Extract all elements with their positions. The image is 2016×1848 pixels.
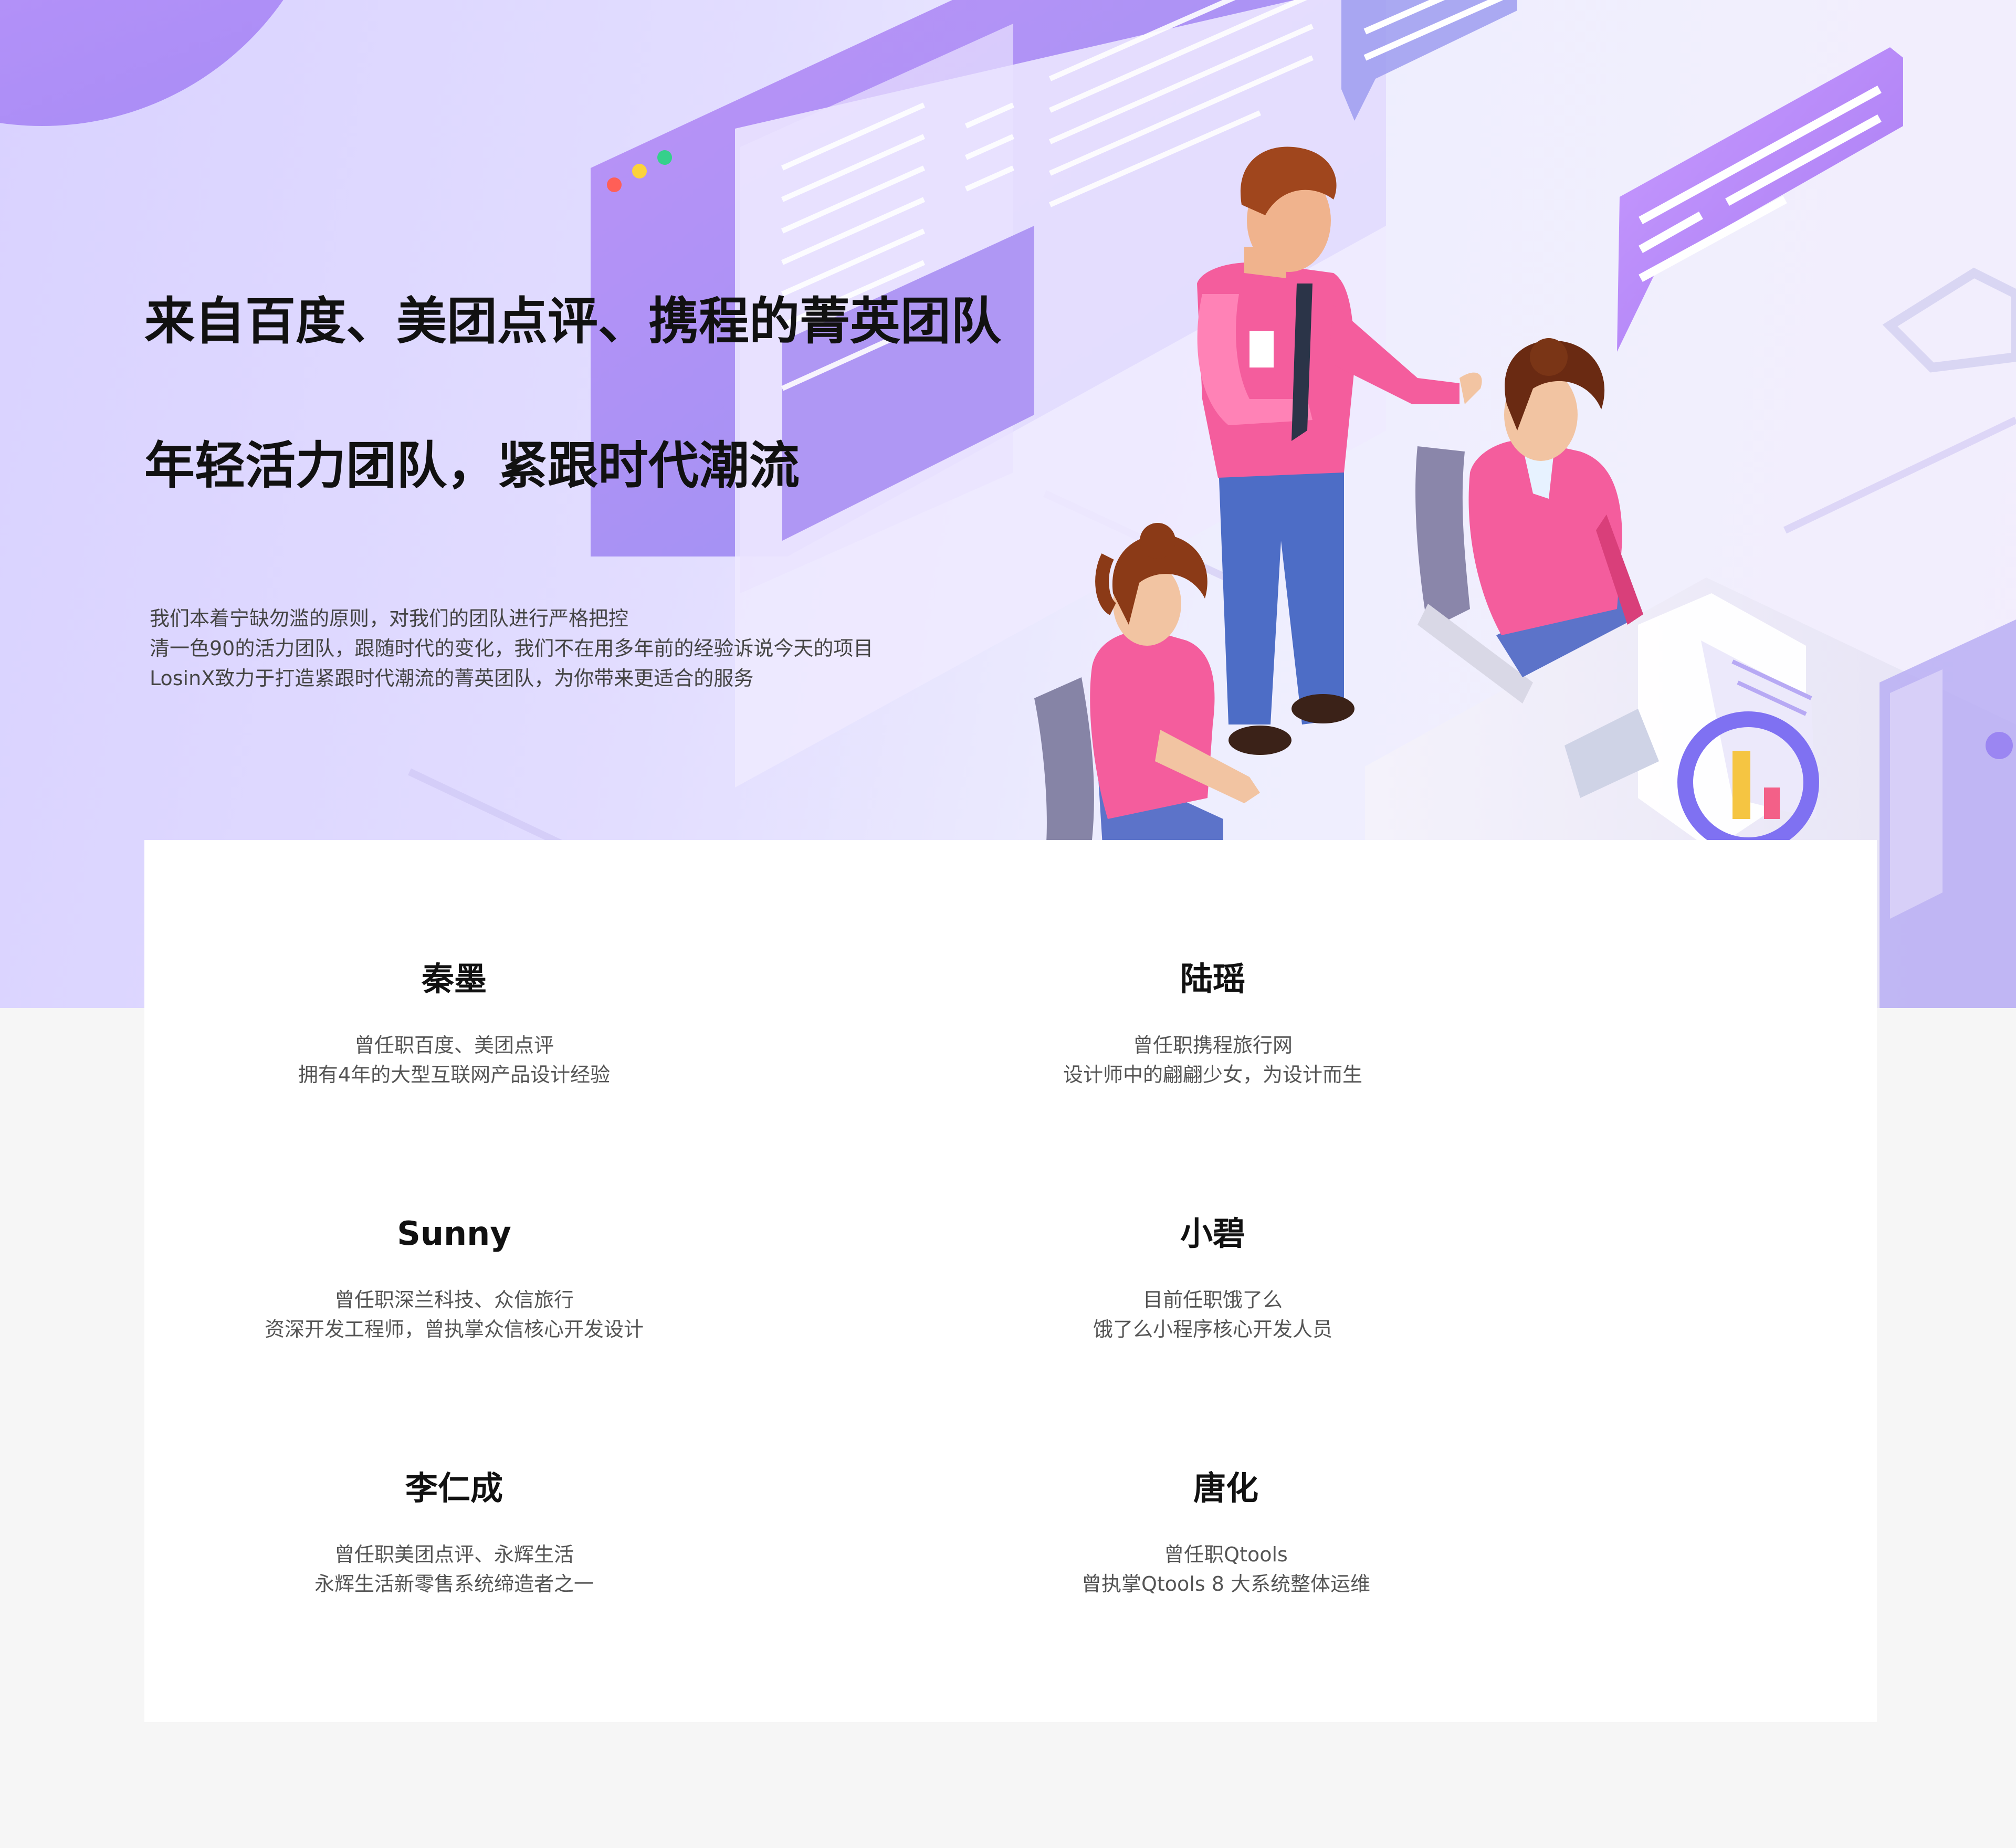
member-description-line: 永辉生活新零售系统缔造者之一 [314,1572,594,1595]
member-description: 曾任职携程旅行网 设计师中的翩翩少女，为设计而生 [845,1031,1580,1089]
hero-description-line: LosinX致力于打造紧跟时代潮流的菁英团队，为你带来更适合的服务 [150,667,754,690]
hero-description-line: 清一色90的活力团队，跟随时代的变化，我们不在用多年前的经验诉说今天的项目 [150,637,874,660]
member-description-line: 饿了么小程序核心开发人员 [1093,1318,1332,1341]
hero-title-primary: 来自百度、美团点评、携程的菁英团队 [144,292,1001,351]
member-card: Sunny 曾任职深兰科技、众信旅行 资深开发工程师，曾执掌众信核心开发设计 [87,1213,822,1344]
member-name: 小碧 [1180,1214,1245,1253]
member-description-line: 曾任职百度、美团点评 [354,1034,554,1057]
member-description: 曾任职深兰科技、众信旅行 资深开发工程师，曾执掌众信核心开发设计 [87,1285,822,1344]
member-description-line: 拥有4年的大型互联网产品设计经验 [298,1063,611,1086]
member-description-line: 曾任职携程旅行网 [1132,1034,1293,1057]
member-description-line: 曾任职深兰科技、众信旅行 [334,1288,574,1311]
member-description-line: 目前任职饿了么 [1142,1288,1283,1311]
member-name: 陆瑶 [1180,960,1245,998]
member-name: Sunny [397,1214,511,1253]
member-description: 曾任职Qtools 曾执掌Qtools 8 大系统整体运维 [858,1540,1593,1599]
member-description-line: 设计师中的翩翩少女，为设计而生 [1063,1063,1362,1086]
member-description-line: 曾执掌Qtools 8 大系统整体运维 [1082,1572,1370,1595]
member-card: 秦墨 曾任职百度、美团点评 拥有4年的大型互联网产品设计经验 [87,958,822,1089]
member-card: 唐化 曾任职Qtools 曾执掌Qtools 8 大系统整体运维 [858,1467,1593,1599]
member-card: 李仁成 曾任职美团点评、永辉生活 永辉生活新零售系统缔造者之一 [87,1467,822,1599]
member-name: 唐化 [1193,1469,1258,1507]
member-description-line: 曾任职Qtools [1164,1543,1288,1566]
hero-description: 我们本着宁缺勿滥的原则，对我们的团队进行严格把控 清一色90的活力团队，跟随时代… [150,604,1042,694]
member-description: 目前任职饿了么 饿了么小程序核心开发人员 [845,1285,1580,1344]
member-description: 曾任职百度、美团点评 拥有4年的大型互联网产品设计经验 [87,1031,822,1089]
member-description-line: 曾任职美团点评、永辉生活 [334,1543,574,1566]
team-members-card: 秦墨 曾任职百度、美团点评 拥有4年的大型互联网产品设计经验 陆瑶 曾任职携程旅… [144,840,1877,1722]
hero-title-secondary: 年轻活力团队，紧跟时代潮流 [144,436,800,495]
hero-description-line: 我们本着宁缺勿滥的原则，对我们的团队进行严格把控 [150,607,629,630]
member-description-line: 资深开发工程师，曾执掌众信核心开发设计 [264,1318,644,1341]
seated-woman-right [1468,338,1643,677]
member-name: 李仁成 [405,1469,503,1507]
member-name: 秦墨 [421,960,487,998]
member-card: 小碧 目前任职饿了么 饿了么小程序核心开发人员 [845,1213,1580,1344]
member-card: 陆瑶 曾任职携程旅行网 设计师中的翩翩少女，为设计而生 [845,958,1580,1089]
member-description: 曾任职美团点评、永辉生活 永辉生活新零售系统缔造者之一 [87,1540,822,1599]
